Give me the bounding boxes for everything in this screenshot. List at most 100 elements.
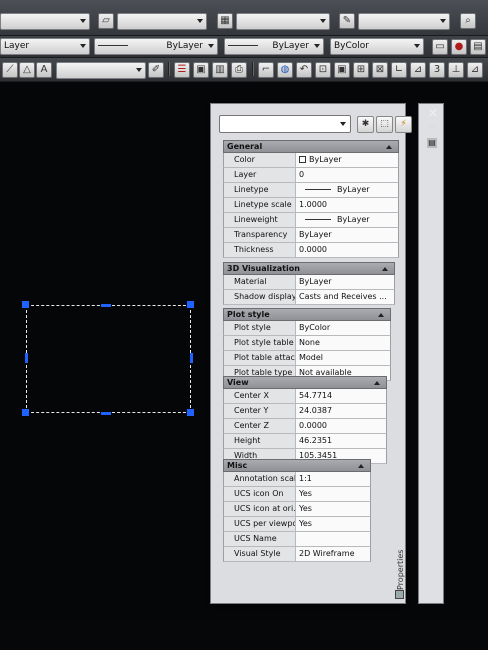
- line-icon[interactable]: ⌐: [258, 62, 274, 78]
- property-row[interactable]: Center Z 0.0000: [223, 419, 387, 434]
- grip-midpoint[interactable]: [190, 353, 193, 363]
- measure-icon[interactable]: △: [19, 62, 35, 78]
- property-row[interactable]: Plot style table None: [223, 336, 391, 351]
- plot-icon[interactable]: ●: [451, 39, 467, 55]
- property-row[interactable]: Linetype ByLayer: [223, 183, 399, 198]
- linetype-dropdown[interactable]: ByLayer: [94, 38, 218, 55]
- property-value[interactable]: 24.0387: [296, 404, 386, 418]
- plotstyle-dropdown[interactable]: ByColor: [330, 38, 424, 55]
- property-row[interactable]: Transparency ByLayer: [223, 228, 399, 243]
- pickadd-icon[interactable]: ✱: [357, 116, 374, 133]
- publish-icon[interactable]: ⎙: [231, 62, 247, 78]
- property-row[interactable]: Layer 0: [223, 168, 399, 183]
- globe-icon[interactable]: ◍: [277, 62, 293, 78]
- layout-icon[interactable]: ▥: [212, 62, 228, 78]
- text-style-dropdown[interactable]: [56, 62, 146, 79]
- grip-corner[interactable]: [22, 301, 29, 308]
- section-header[interactable]: General: [223, 140, 399, 153]
- palette-menu-icon[interactable]: ▤: [427, 138, 437, 148]
- property-row[interactable]: UCS icon On Yes: [223, 487, 371, 502]
- grip-corner[interactable]: [187, 301, 194, 308]
- property-value[interactable]: 46.2351: [296, 434, 386, 448]
- property-row[interactable]: Thickness 0.0000: [223, 243, 399, 258]
- collapse-icon[interactable]: [374, 381, 380, 385]
- brush-icon[interactable]: ✐: [148, 62, 164, 78]
- select-objects-icon[interactable]: ⬚: [376, 116, 393, 133]
- collapse-icon[interactable]: [382, 267, 388, 271]
- dimension-icon[interactable]: ⟋: [2, 62, 18, 78]
- property-value[interactable]: Yes: [296, 517, 370, 531]
- property-value[interactable]: 0.0000: [296, 419, 386, 433]
- grip-corner[interactable]: [22, 409, 29, 416]
- object-type-dropdown[interactable]: [219, 115, 351, 133]
- property-row[interactable]: UCS Name: [223, 532, 371, 547]
- property-row[interactable]: Annotation scale 1:1: [223, 472, 371, 487]
- grid-icon[interactable]: ▣: [334, 62, 350, 78]
- property-value[interactable]: ByLayer: [296, 213, 398, 227]
- multileader-icon[interactable]: ✎: [339, 13, 355, 29]
- section-header[interactable]: 3D Visualization: [223, 262, 395, 275]
- property-row[interactable]: UCS icon at ori... Yes: [223, 502, 371, 517]
- property-value[interactable]: [296, 532, 370, 546]
- lineweight-dropdown[interactable]: ByLayer: [224, 38, 324, 55]
- property-row[interactable]: Lineweight ByLayer: [223, 213, 399, 228]
- property-row[interactable]: Height 46.2351: [223, 434, 387, 449]
- print-icon[interactable]: ▭: [432, 39, 448, 55]
- property-value[interactable]: 2D Wireframe: [296, 547, 370, 561]
- selected-rectangle[interactable]: [26, 305, 191, 413]
- property-value[interactable]: Casts and Receives ...: [296, 290, 394, 304]
- grip-midpoint[interactable]: [25, 353, 28, 363]
- named-layer-dropdown[interactable]: [117, 13, 207, 30]
- layer-dropdown[interactable]: Layer: [0, 38, 90, 55]
- property-value[interactable]: 0.0000: [296, 243, 398, 257]
- property-value[interactable]: 1:1: [296, 472, 370, 486]
- property-value[interactable]: ByLayer: [296, 228, 398, 242]
- table-icon[interactable]: ▦: [217, 13, 233, 29]
- property-value[interactable]: ByLayer: [296, 275, 394, 289]
- ucs-view-icon[interactable]: ⊿: [467, 62, 483, 78]
- property-value[interactable]: 54.7714: [296, 389, 386, 403]
- undo-icon[interactable]: ↶: [296, 62, 312, 78]
- collapse-icon[interactable]: [358, 464, 364, 468]
- property-row[interactable]: UCS per viewportYes: [223, 517, 371, 532]
- property-row[interactable]: Plot table attac... Model: [223, 351, 391, 366]
- properties-icon[interactable]: ☰: [174, 62, 190, 78]
- autohide-icon[interactable]: ◂▸: [427, 122, 437, 132]
- page-setup-icon[interactable]: ▤: [470, 39, 486, 55]
- ucs-3-icon[interactable]: 3: [429, 62, 445, 78]
- section-header[interactable]: View: [223, 376, 387, 389]
- property-row[interactable]: Shadow display Casts and Receives ...: [223, 290, 395, 305]
- grip-midpoint[interactable]: [101, 304, 111, 307]
- snap-icon[interactable]: ⊡: [315, 62, 331, 78]
- ucs-icon[interactable]: ∟: [391, 62, 407, 78]
- close-icon[interactable]: ✕: [428, 106, 438, 120]
- collapse-icon[interactable]: [386, 145, 392, 149]
- property-value[interactable]: Model: [296, 351, 390, 365]
- style-dropdown[interactable]: [236, 13, 330, 30]
- grip-corner[interactable]: [187, 409, 194, 416]
- palette-titlebar[interactable]: [418, 103, 444, 604]
- collapse-icon[interactable]: [378, 313, 384, 317]
- property-value[interactable]: None: [296, 336, 390, 350]
- section-header[interactable]: Misc: [223, 459, 371, 472]
- property-value[interactable]: Yes: [296, 502, 370, 516]
- zoom-icon[interactable]: ⌕: [460, 13, 476, 29]
- property-row[interactable]: Center Y 24.0387: [223, 404, 387, 419]
- ucs-object-icon[interactable]: ⊥: [448, 62, 464, 78]
- property-row[interactable]: Plot style ByColor: [223, 321, 391, 336]
- layer-tool-icon[interactable]: ▱: [98, 13, 114, 29]
- property-value[interactable]: ByLayer: [296, 153, 398, 167]
- match-icon[interactable]: ▣: [193, 62, 209, 78]
- section-header[interactable]: Plot style: [223, 308, 391, 321]
- polar-icon[interactable]: ⊠: [372, 62, 388, 78]
- text-icon[interactable]: A: [36, 62, 52, 78]
- property-row[interactable]: Material ByLayer: [223, 275, 395, 290]
- ucs-z-icon[interactable]: ⊿: [410, 62, 426, 78]
- property-value[interactable]: Yes: [296, 487, 370, 501]
- property-value[interactable]: 0: [296, 168, 398, 182]
- property-value[interactable]: 1.0000: [296, 198, 398, 212]
- property-row[interactable]: Color ByLayer: [223, 153, 399, 168]
- multileader-style-dropdown[interactable]: [358, 13, 450, 30]
- property-row[interactable]: Visual Style 2D Wireframe: [223, 547, 371, 562]
- property-value[interactable]: ByColor: [296, 321, 390, 335]
